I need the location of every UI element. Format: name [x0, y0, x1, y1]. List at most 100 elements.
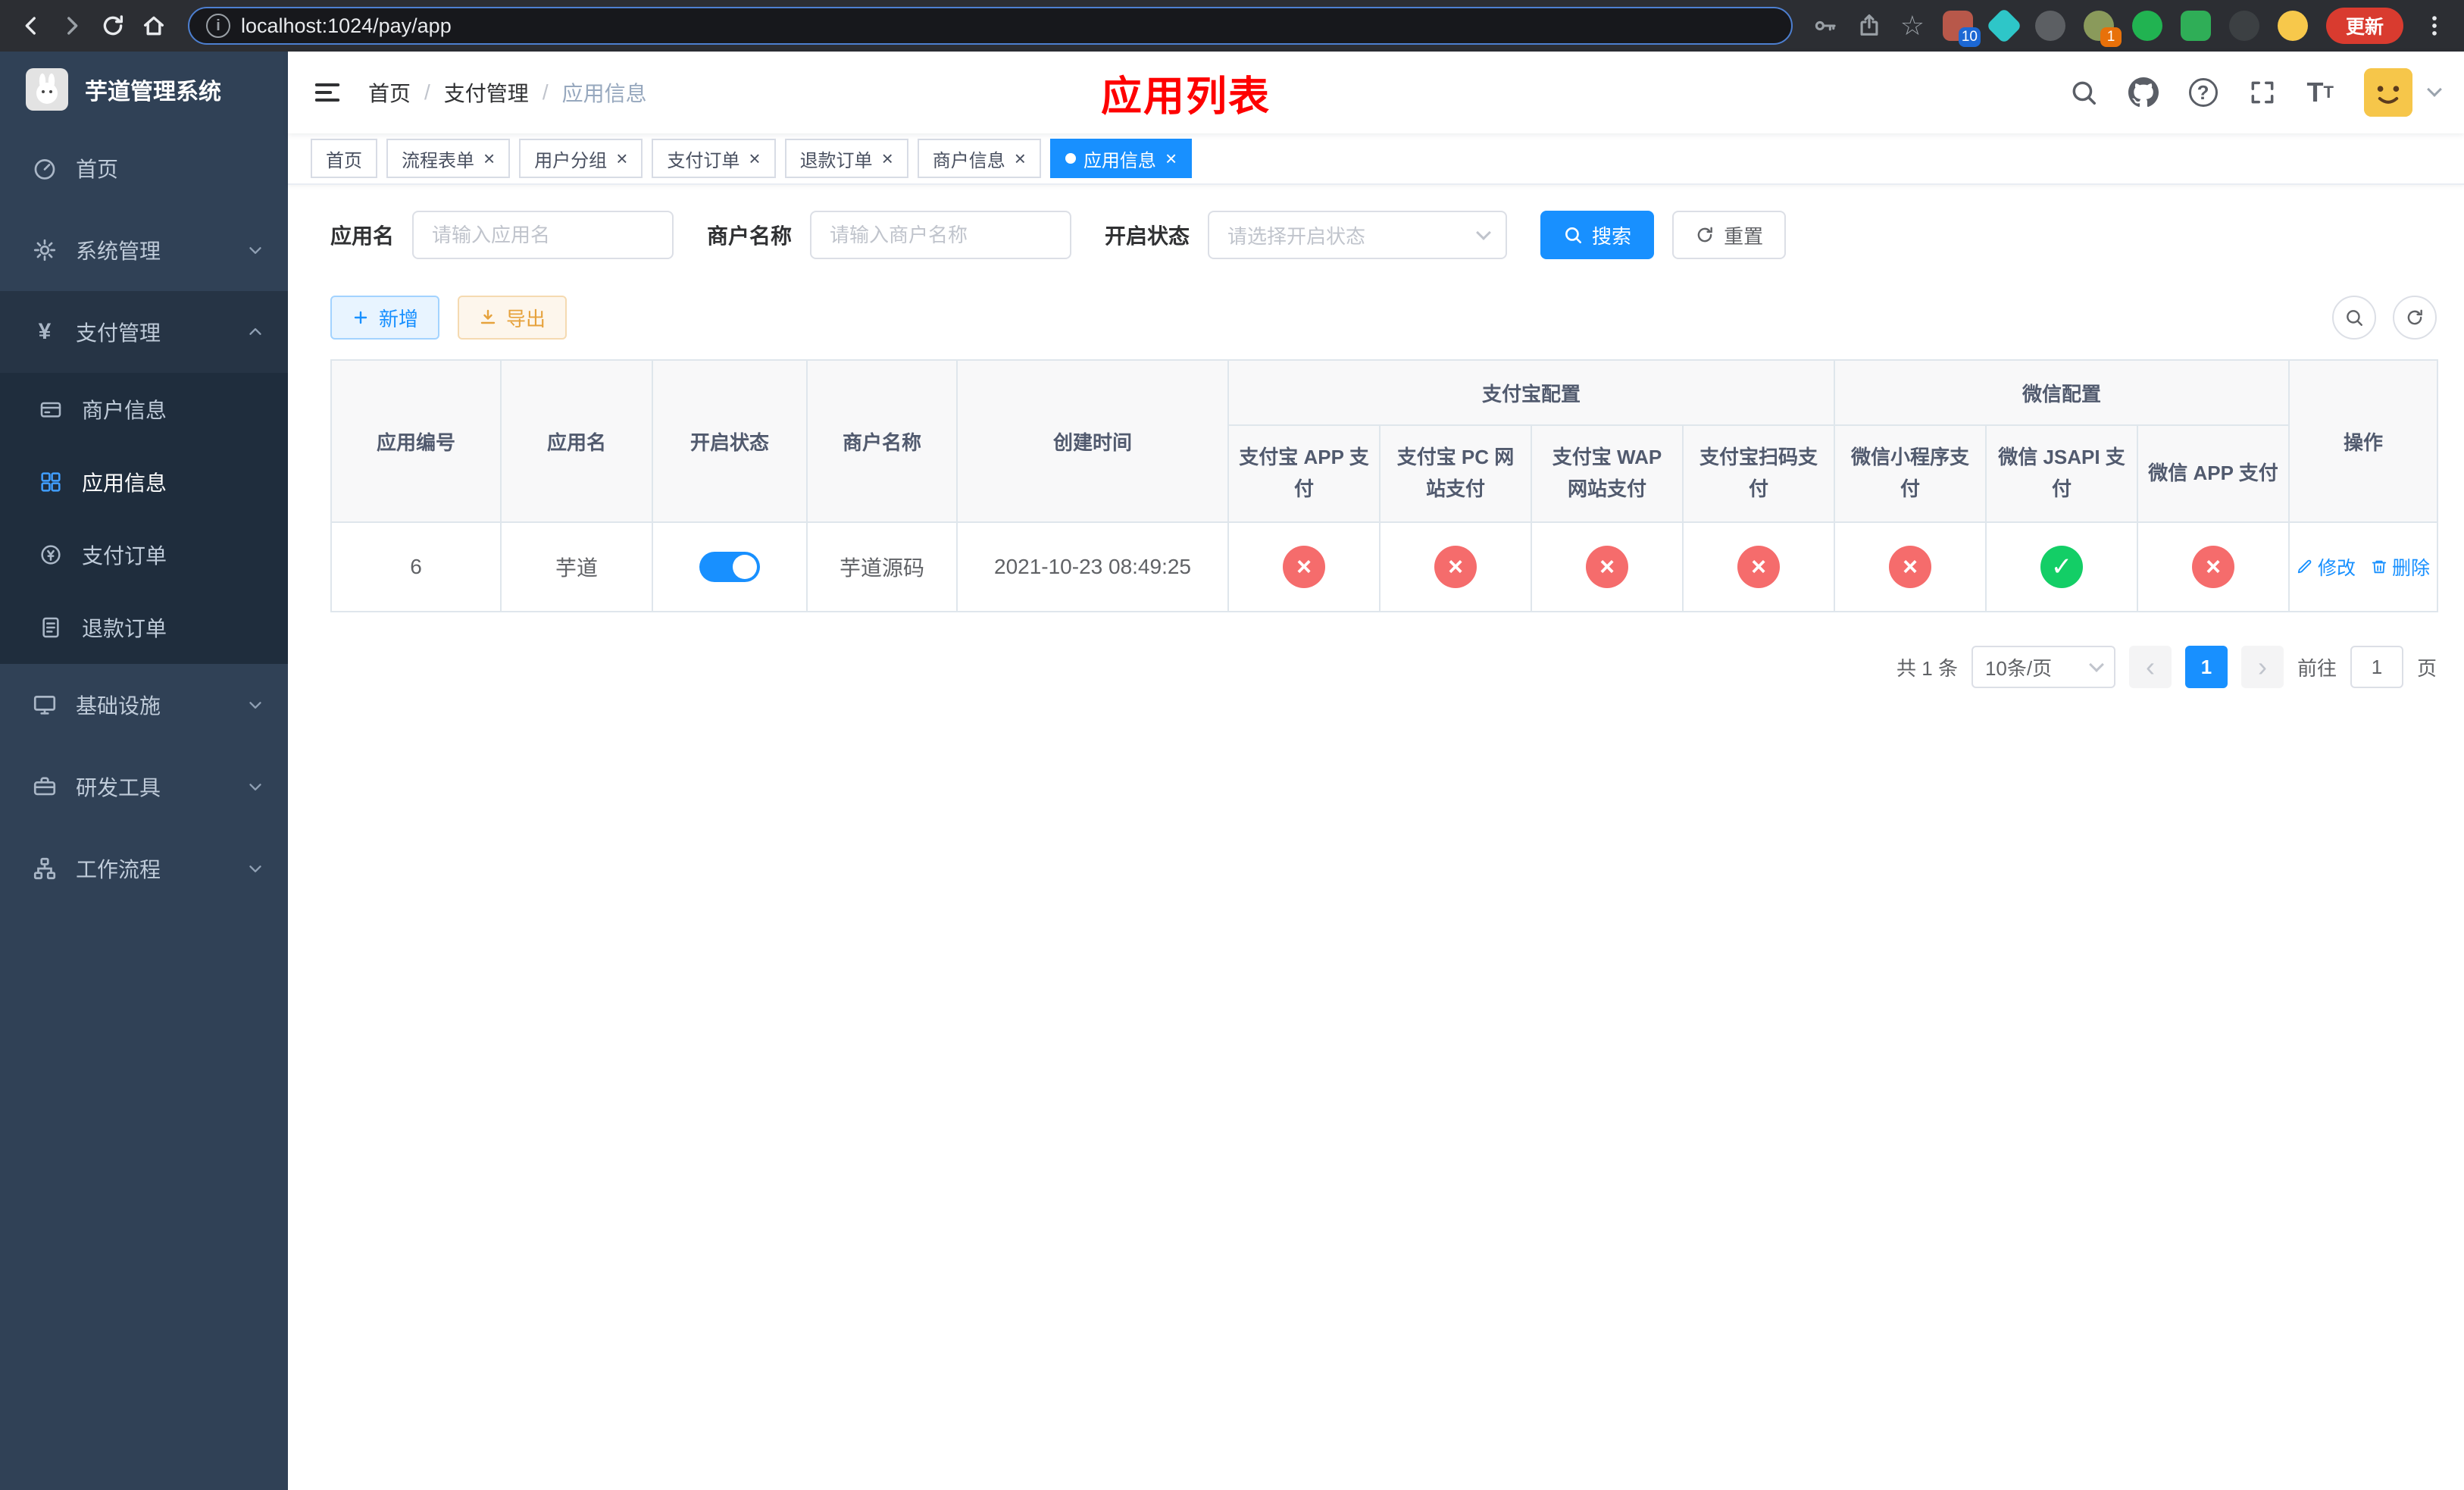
gear-icon — [30, 237, 59, 263]
font-size-icon[interactable]: TT — [2307, 79, 2334, 106]
breadcrumb-separator: / — [542, 80, 549, 104]
extension-colorful[interactable]: 10 — [1942, 11, 1981, 47]
browser-forward-icon[interactable] — [52, 5, 92, 46]
tab-merchant-info[interactable]: 商户信息 × — [917, 139, 1041, 178]
merchant-card-icon — [36, 397, 65, 421]
sidebar-item-system[interactable]: 系统管理 — [0, 209, 288, 291]
logo[interactable]: 芋道管理系统 — [0, 52, 288, 127]
sidebar-item-home[interactable]: 首页 — [0, 127, 288, 209]
sidebar-item-refund-order[interactable]: 退款订单 — [0, 591, 288, 664]
browser-home-icon[interactable] — [133, 5, 174, 46]
status-toggle[interactable] — [699, 552, 760, 582]
site-info-icon[interactable]: i — [206, 14, 230, 38]
browser-back-icon[interactable] — [11, 5, 52, 46]
sidebar-item-label: 系统管理 — [76, 239, 161, 263]
fullscreen-icon[interactable] — [2248, 78, 2277, 107]
alipay-pc-status-icon: × — [1434, 546, 1477, 588]
tab-process-form[interactable]: 流程表单 × — [386, 139, 511, 178]
sidebar-item-merchant-info[interactable]: 商户信息 — [0, 373, 288, 446]
prev-page-button[interactable]: ‹ — [2128, 646, 2172, 688]
app-title: 芋道管理系统 — [85, 80, 221, 105]
cell-app-name: 芋道 — [500, 521, 653, 612]
add-button[interactable]: 新增 — [330, 296, 440, 340]
show-search-toggle-button[interactable] — [2332, 296, 2376, 340]
extensions-area: 10 1 — [1942, 7, 2308, 47]
tab-pay-order[interactable]: 支付订单 × — [652, 139, 776, 178]
col-alipay-qr: 支付宝扫码支付 — [1681, 424, 1836, 523]
extension-emoji-face[interactable] — [2277, 11, 2308, 41]
extension-avatar[interactable]: 1 — [2083, 11, 2122, 47]
hamburger-icon[interactable] — [312, 77, 342, 108]
status-select[interactable]: 请选择开启状态 — [1208, 211, 1508, 259]
refresh-table-button[interactable] — [2393, 296, 2437, 340]
table-row: 6 芋道 芋道源码 2021-10-23 08:49:25 × × × × × … — [330, 521, 2439, 612]
close-icon[interactable]: × — [749, 149, 760, 168]
tab-home[interactable]: 首页 — [311, 139, 377, 178]
user-avatar[interactable] — [2364, 68, 2412, 117]
sidebar-item-label: 研发工具 — [76, 776, 161, 800]
goto-page-input[interactable] — [2350, 646, 2403, 688]
col-wechat-jsapi: 微信 JSAPI 支付 — [1985, 424, 2139, 523]
sidebar-item-infrastructure[interactable]: 基础设施 — [0, 664, 288, 746]
group-wechat-config: 微信配置 — [1834, 359, 2290, 426]
help-icon[interactable]: ? — [2188, 78, 2218, 107]
merchant-name-input[interactable] — [810, 211, 1072, 259]
app-table: 应用编号 应用名 开启状态 商户名称 创建时间 支付宝配置 微信配置 操作 支付… — [330, 359, 2439, 612]
password-key-icon[interactable] — [1812, 13, 1838, 39]
reset-button[interactable]: 重置 — [1672, 211, 1787, 259]
breadcrumb-payment[interactable]: 支付管理 — [444, 77, 529, 108]
sidebar-item-pay-order[interactable]: 支付订单 — [0, 518, 288, 591]
close-icon[interactable]: × — [1015, 149, 1026, 168]
status-label: 开启状态 — [1105, 224, 1190, 248]
tab-user-group[interactable]: 用户分组 × — [519, 139, 643, 178]
browser-reload-icon[interactable] — [92, 5, 133, 46]
browser-menu-icon[interactable] — [2422, 13, 2447, 39]
wechat-app-status-icon: × — [2192, 546, 2235, 588]
app-grid-icon — [36, 470, 65, 494]
col-alipay-app: 支付宝 APP 支付 — [1227, 424, 1381, 523]
payment-submenu: 商户信息 应用信息 支付订单 退款订单 — [0, 373, 288, 664]
app-name-input[interactable] — [412, 211, 674, 259]
page-number-1[interactable]: 1 — [2184, 646, 2228, 688]
browser-update-button[interactable]: 更新 — [2325, 8, 2403, 44]
close-icon[interactable]: × — [882, 149, 893, 168]
extension-green-circle[interactable] — [2131, 11, 2162, 41]
extension-green-square[interactable] — [2180, 11, 2211, 41]
col-merchant: 商户名称 — [806, 359, 958, 523]
sidebar-item-devtools[interactable]: 研发工具 — [0, 746, 288, 828]
github-icon[interactable] — [2128, 77, 2159, 108]
extension-dark-circle[interactable] — [2034, 11, 2065, 41]
col-actions: 操作 — [2288, 359, 2439, 523]
bookmark-star-icon[interactable]: ☆ — [1900, 12, 1925, 39]
sidebar-item-payment[interactable]: ¥ 支付管理 — [0, 291, 288, 373]
close-icon[interactable]: × — [1165, 149, 1177, 168]
delete-button[interactable]: 删除 — [2371, 553, 2430, 581]
url-text: localhost:1024/pay/app — [241, 14, 452, 37]
share-icon[interactable] — [1856, 13, 1882, 39]
url-bar[interactable]: i localhost:1024/pay/app — [188, 7, 1793, 45]
extension-teal-diamond[interactable] — [1985, 7, 2023, 45]
chevron-down-icon — [1476, 225, 1491, 240]
chevron-down-icon — [245, 695, 265, 715]
search-icon[interactable] — [2069, 78, 2098, 107]
tab-app-info-active[interactable]: 应用信息 × — [1049, 139, 1193, 178]
browser-chrome: i localhost:1024/pay/app ☆ 10 1 更新 — [0, 0, 2464, 52]
breadcrumb-home[interactable]: 首页 — [368, 77, 411, 108]
dashboard-icon — [30, 155, 59, 181]
next-page-button[interactable]: › — [2240, 646, 2284, 688]
sidebar-item-workflow[interactable]: 工作流程 — [0, 828, 288, 909]
extension-pinwheel[interactable] — [2228, 11, 2259, 41]
search-button[interactable]: 搜索 — [1540, 211, 1655, 259]
close-icon[interactable]: × — [483, 149, 495, 168]
sidebar-item-app-info[interactable]: 应用信息 — [0, 446, 288, 518]
close-icon[interactable]: × — [616, 149, 627, 168]
avatar-dropdown-caret-icon[interactable] — [2427, 82, 2442, 97]
active-tab-dot — [1065, 153, 1076, 164]
goto-prefix: 前往 — [2297, 656, 2337, 680]
page-size-select[interactable]: 10条/页 — [1971, 646, 2115, 688]
breadcrumb-current: 应用信息 — [561, 82, 647, 105]
export-button[interactable]: 导出 — [458, 296, 568, 340]
edit-button[interactable]: 修改 — [2297, 553, 2356, 581]
tab-refund-order[interactable]: 退款订单 × — [784, 139, 908, 178]
extension-avatar-badge: 1 — [2100, 27, 2122, 47]
